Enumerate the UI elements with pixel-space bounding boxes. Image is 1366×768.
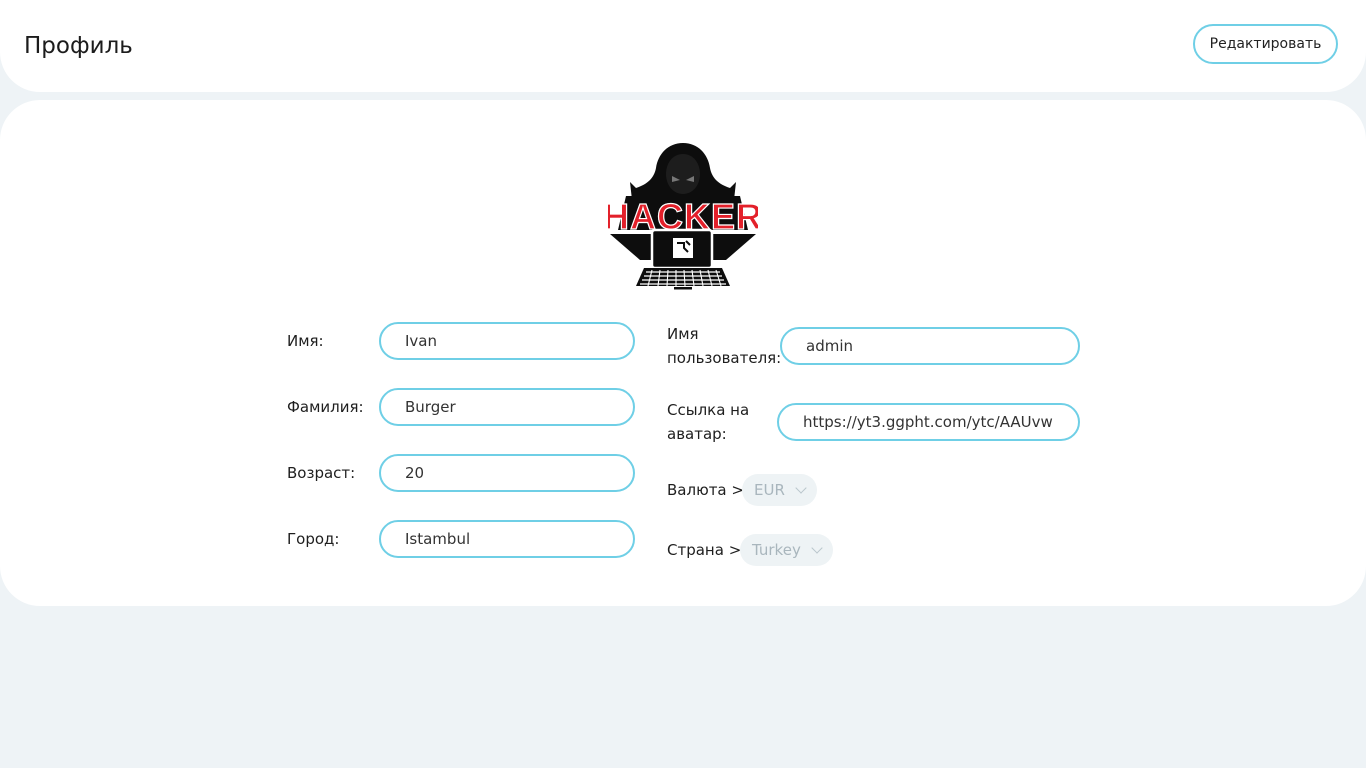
header: Профиль Редактировать [0, 0, 1366, 92]
username-input[interactable] [780, 327, 1080, 365]
age-input[interactable] [379, 454, 635, 492]
last-name-label: Фамилия: [287, 398, 364, 416]
country-select[interactable]: Turkey [740, 534, 833, 566]
currency-value: EUR [754, 481, 785, 499]
avatar-link-label-line2: аватар: [667, 425, 727, 443]
avatar-link-input[interactable] [777, 403, 1080, 441]
page-title: Профиль [24, 33, 133, 59]
username-label-line2: пользователя: [667, 349, 782, 367]
country-label: Страна > [667, 541, 742, 559]
last-name-input[interactable] [379, 388, 635, 426]
avatar-link-label-line1: Ссылка на [667, 401, 750, 419]
chevron-down-icon [811, 542, 823, 554]
currency-select[interactable]: EUR [742, 474, 817, 506]
age-label: Возраст: [287, 464, 356, 482]
city-input[interactable] [379, 520, 635, 558]
first-name-label: Имя: [287, 332, 324, 350]
username-label: Имя пользователя: [667, 322, 781, 370]
country-value: Turkey [752, 541, 801, 559]
edit-button[interactable]: Редактировать [1193, 24, 1338, 64]
chevron-down-icon [795, 482, 807, 494]
first-name-input[interactable] [379, 322, 635, 360]
username-label-line1: Имя [667, 325, 699, 343]
avatar-link-label: Ссылка на аватар: [667, 398, 749, 446]
currency-label: Валюта > [667, 481, 744, 499]
hacker-avatar-icon: HACKER [608, 143, 758, 290]
city-label: Город: [287, 530, 340, 548]
